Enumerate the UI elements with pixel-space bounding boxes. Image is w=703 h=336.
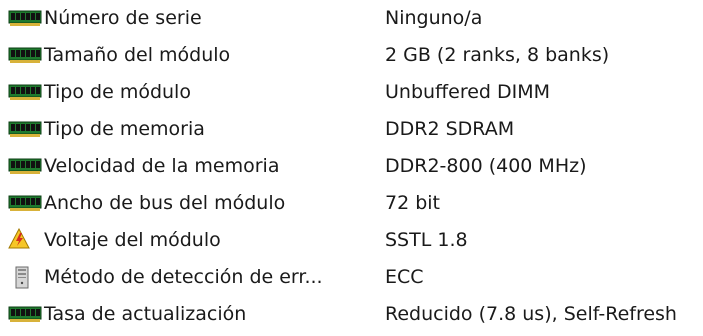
memory-module-icon <box>8 195 42 211</box>
property-row[interactable]: Tasa de actualización Reducido (7.8 us),… <box>0 296 703 333</box>
property-label: Ancho de bus del módulo <box>44 192 286 214</box>
property-value: DDR2-800 (400 MHz) <box>385 155 587 177</box>
memory-module-icon <box>8 47 42 63</box>
device-properties-list: Número de serie Ninguno/a Tamaño del mód… <box>0 0 703 336</box>
property-row[interactable]: Método de detección de err... ECC <box>0 259 703 296</box>
property-value: 72 bit <box>385 192 441 214</box>
property-value: Reducido (7.8 us), Self-Refresh <box>385 303 677 325</box>
property-row[interactable]: Velocidad de la memoria DDR2-800 (400 MH… <box>0 148 703 185</box>
property-row[interactable]: Voltaje del módulo SSTL 1.8 <box>0 222 703 259</box>
property-label: Velocidad de la memoria <box>44 155 280 177</box>
computer-tower-icon <box>15 266 29 289</box>
property-value: 2 GB (2 ranks, 8 banks) <box>385 44 610 66</box>
memory-module-icon <box>8 121 42 137</box>
property-row[interactable]: Tipo de módulo Unbuffered DIMM <box>0 74 703 111</box>
property-label: Tipo de memoria <box>44 118 205 140</box>
property-row[interactable]: Tipo de memoria DDR2 SDRAM <box>0 111 703 148</box>
property-label: Tipo de módulo <box>44 81 191 103</box>
property-value: ECC <box>385 266 424 288</box>
property-label: Número de serie <box>44 7 202 29</box>
property-value: Unbuffered DIMM <box>385 81 551 103</box>
property-label: Método de detección de err... <box>44 266 323 288</box>
property-value: Ninguno/a <box>385 7 483 29</box>
property-value: DDR2 SDRAM <box>385 118 515 140</box>
memory-module-icon <box>8 84 42 100</box>
property-value: SSTL 1.8 <box>385 229 468 251</box>
memory-module-icon <box>8 306 42 322</box>
property-label: Voltaje del módulo <box>44 229 221 251</box>
voltage-warning-icon <box>8 228 30 249</box>
property-label: Tamaño del módulo <box>44 44 231 66</box>
memory-module-icon <box>8 158 42 174</box>
property-row[interactable]: Ancho de bus del módulo 72 bit <box>0 185 703 222</box>
property-row[interactable]: Número de serie Ninguno/a <box>0 0 703 37</box>
property-label: Tasa de actualización <box>44 303 247 325</box>
memory-module-icon <box>8 10 42 26</box>
property-row[interactable]: Tamaño del módulo 2 GB (2 ranks, 8 banks… <box>0 37 703 74</box>
